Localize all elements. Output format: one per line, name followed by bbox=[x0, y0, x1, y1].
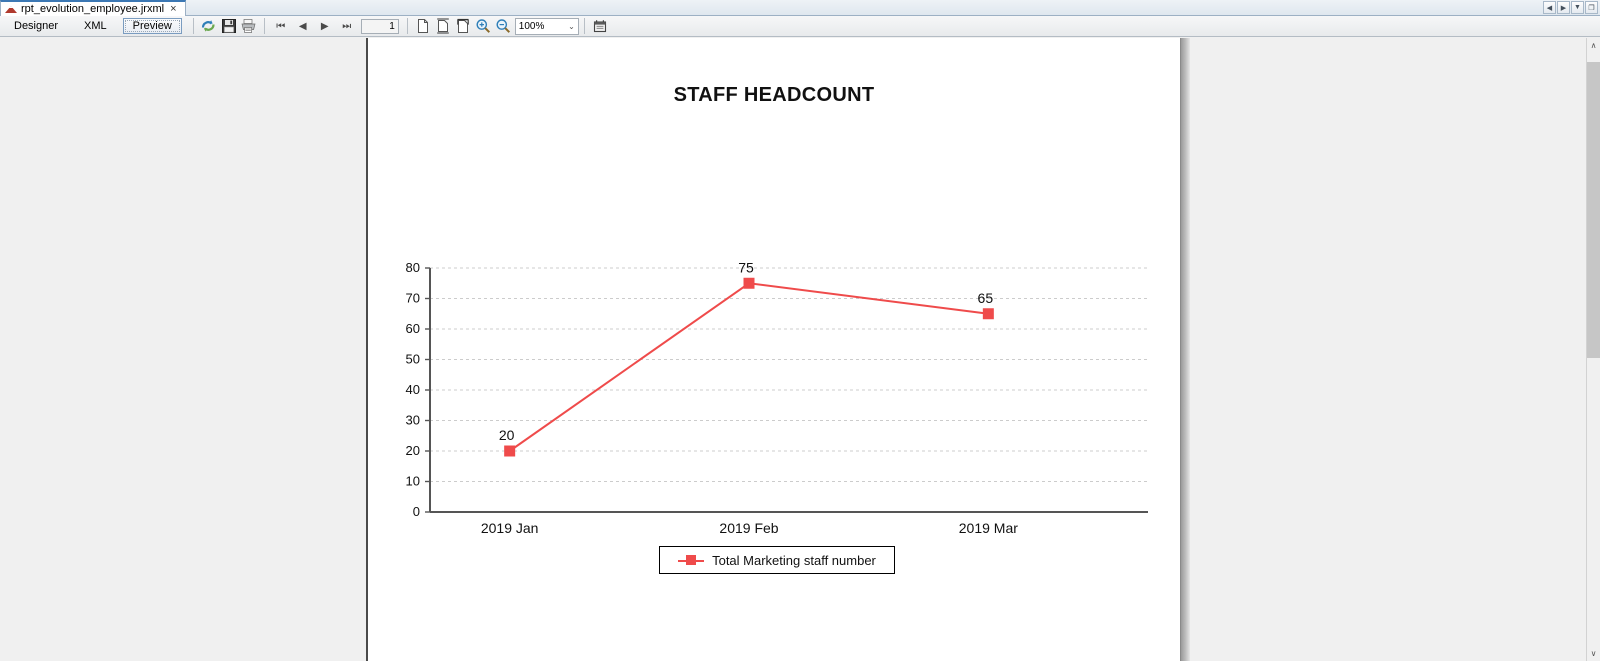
save-icon bbox=[221, 19, 236, 33]
export-report-button[interactable] bbox=[590, 17, 610, 35]
tab-preview[interactable]: Preview bbox=[122, 18, 182, 34]
export-icon bbox=[593, 20, 606, 33]
data-point-marker bbox=[504, 445, 516, 457]
y-tick-label: 10 bbox=[406, 474, 420, 489]
data-point-label: 20 bbox=[499, 427, 515, 443]
toolbar-separator bbox=[583, 18, 585, 34]
refresh-report-button[interactable] bbox=[199, 17, 219, 35]
document-tab-label: rpt_evolution_employee.jrxml bbox=[21, 3, 165, 15]
editor-tab-strip: rpt_evolution_employee.jrxml × ◀ ▶ ▼ ❐ bbox=[0, 0, 1600, 16]
data-point-marker bbox=[743, 277, 755, 289]
legend-marker-icon bbox=[678, 555, 705, 566]
toolbar-separator bbox=[192, 18, 194, 34]
series-line-total-marketing-staff bbox=[509, 282, 989, 452]
x-tick-label: 2019 Jan bbox=[481, 520, 539, 536]
page-number-input[interactable]: 1 bbox=[360, 18, 399, 34]
y-tick-label: 70 bbox=[406, 291, 420, 306]
document-tab-rpt-evolution-employee[interactable]: rpt_evolution_employee.jrxml × bbox=[0, 0, 186, 16]
vertical-scrollbar[interactable]: ∧ ∨ bbox=[1586, 38, 1600, 661]
close-icon[interactable]: × bbox=[168, 3, 178, 15]
last-page-button[interactable]: ⏭ bbox=[336, 17, 358, 35]
y-tick-label: 20 bbox=[406, 443, 420, 458]
legend-label: Total Marketing staff number bbox=[712, 552, 876, 568]
x-tick-label: 2019 Feb bbox=[719, 520, 778, 536]
scroll-tabs-right-icon[interactable]: ▶ bbox=[1557, 1, 1570, 14]
data-point-label: 75 bbox=[738, 259, 754, 275]
x-tick-label: 2019 Mar bbox=[959, 520, 1018, 536]
chevron-down-icon: ⌄ bbox=[568, 21, 575, 31]
y-axis-tick-labels: 0 10 20 30 40 50 60 70 80 bbox=[406, 260, 420, 519]
toolbar-separator bbox=[406, 18, 408, 34]
print-icon bbox=[241, 19, 256, 33]
zoom-out-button[interactable] bbox=[493, 17, 513, 35]
preview-toolbar: Designer XML Preview ⏮ ◀ ▶ ⏭ 1 100% ⌄ bbox=[0, 16, 1600, 37]
fit-width-icon bbox=[457, 18, 469, 33]
save-button[interactable] bbox=[219, 17, 239, 35]
jaspersoft-studio-preview-window: rpt_evolution_employee.jrxml × ◀ ▶ ▼ ❐ D… bbox=[0, 0, 1600, 661]
print-button[interactable] bbox=[239, 17, 259, 35]
tab-designer[interactable]: Designer bbox=[4, 18, 68, 34]
tab-xml[interactable]: XML bbox=[74, 18, 117, 34]
y-tick-label: 40 bbox=[406, 382, 420, 397]
data-point-label: 65 bbox=[978, 290, 994, 306]
tab-strip-controls: ◀ ▶ ▼ ❐ bbox=[1543, 1, 1598, 14]
maximize-window-icon[interactable]: ❐ bbox=[1585, 1, 1598, 14]
chart-legend: Total Marketing staff number bbox=[659, 546, 895, 574]
zoom-level-select[interactable]: 100% ⌄ bbox=[514, 17, 579, 35]
fit-width-button[interactable] bbox=[453, 17, 473, 35]
zoom-out-icon bbox=[496, 19, 510, 33]
actual-size-button[interactable] bbox=[413, 17, 433, 35]
toolbar-separator bbox=[263, 18, 265, 34]
scroll-tabs-left-icon[interactable]: ◀ bbox=[1543, 1, 1556, 14]
data-point-marker bbox=[982, 308, 994, 320]
zoom-in-icon bbox=[476, 19, 490, 33]
jrxml-report-icon bbox=[5, 3, 17, 15]
page-icon bbox=[417, 19, 428, 33]
x-axis-tick-labels: 2019 Jan 2019 Feb 2019 Mar bbox=[481, 520, 1018, 536]
report-page: STAFF HEADCOUNT 0 10 20 30 40 50 60 70 80 2019 J… bbox=[366, 38, 1181, 661]
zoom-level-value: 100% bbox=[518, 20, 545, 32]
y-tick-label: 30 bbox=[406, 413, 420, 428]
y-tick-label: 0 bbox=[413, 504, 420, 519]
report-preview-viewport: STAFF HEADCOUNT 0 10 20 30 40 50 60 70 80 2019 J… bbox=[0, 38, 1586, 661]
first-page-button[interactable]: ⏮ bbox=[270, 17, 292, 35]
fit-page-button[interactable] bbox=[433, 17, 453, 35]
scrollbar-thumb[interactable] bbox=[1587, 62, 1600, 358]
y-tick-label: 80 bbox=[406, 260, 420, 275]
tab-list-dropdown-icon[interactable]: ▼ bbox=[1571, 1, 1584, 14]
scroll-down-icon[interactable]: ∨ bbox=[1587, 646, 1600, 661]
next-page-button[interactable]: ▶ bbox=[314, 17, 336, 35]
zoom-in-button[interactable] bbox=[473, 17, 493, 35]
chart-gridlines bbox=[430, 267, 1148, 482]
scroll-up-icon[interactable]: ∧ bbox=[1587, 38, 1600, 53]
y-tick-label: 60 bbox=[406, 321, 420, 336]
previous-page-button[interactable]: ◀ bbox=[292, 17, 314, 35]
fit-page-icon bbox=[436, 18, 449, 34]
refresh-icon bbox=[202, 20, 215, 32]
y-tick-label: 50 bbox=[406, 352, 420, 367]
